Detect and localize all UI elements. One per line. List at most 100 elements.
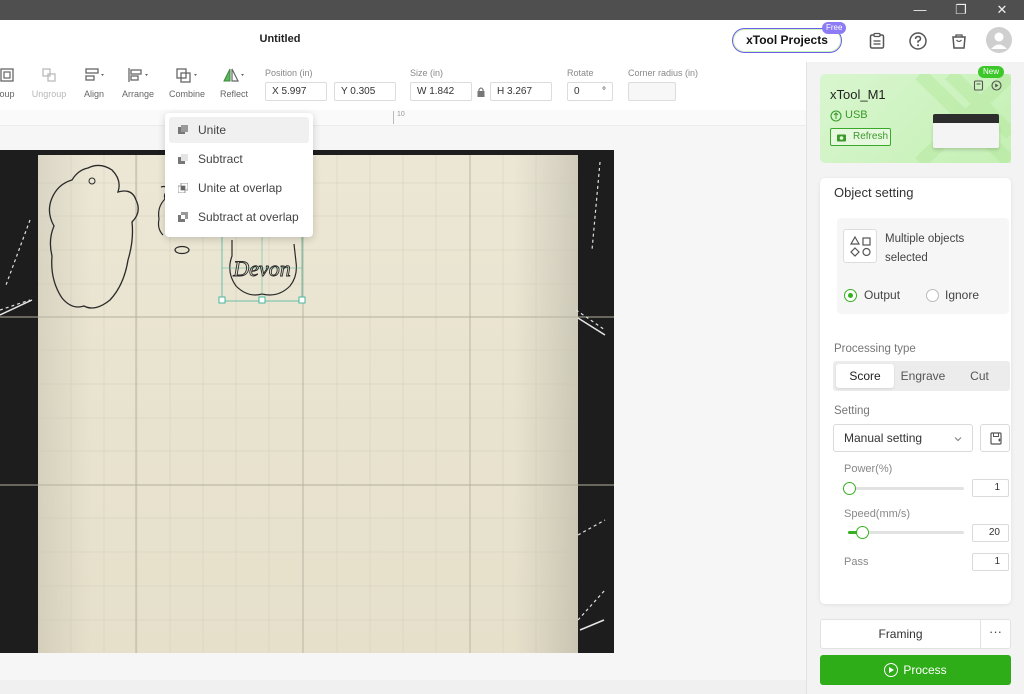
process-button[interactable]: Process	[820, 655, 1011, 685]
user-icon[interactable]	[986, 27, 1012, 53]
reflect-icon	[223, 68, 244, 82]
menu-item-unite[interactable]: Unite	[169, 117, 309, 143]
help-icon[interactable]	[908, 31, 928, 51]
minimize-button[interactable]: —	[905, 0, 935, 20]
framing-button[interactable]: Framing	[820, 619, 981, 649]
speed-slider-thumb[interactable]	[856, 526, 869, 539]
position-y-input[interactable]: Y 0.305	[334, 82, 396, 101]
horizontal-ruler: 10	[0, 110, 806, 126]
processing-type-selector: Score Engrave Cut	[833, 361, 1010, 391]
menu-item-subtract-at-overlap-label: Subtract at overlap	[198, 210, 299, 224]
size-w-input[interactable]: W 1.842	[410, 82, 472, 101]
device-settings-icon[interactable]	[973, 80, 984, 91]
save-icon	[990, 432, 1002, 445]
corner-radius-label: Corner radius (in)	[628, 68, 699, 78]
menu-item-subtract-label: Subtract	[198, 152, 243, 166]
refresh-label: Refresh	[853, 131, 889, 142]
processing-type-cut[interactable]: Cut	[952, 364, 1007, 388]
speed-input[interactable]: 20	[972, 524, 1009, 542]
process-label: Process	[903, 663, 947, 677]
rotate-value: 0	[574, 86, 580, 97]
position-label: Position (in)	[265, 68, 313, 78]
intersect-icon	[178, 183, 188, 193]
window-titlebar: — ❐ ✕	[0, 0, 1024, 20]
align-button[interactable]: Align	[69, 66, 119, 99]
size-label: Size (in)	[410, 68, 444, 78]
rotate-unit: °	[602, 86, 606, 97]
selection-text: Multiple objects selected	[885, 233, 965, 264]
size-h-input[interactable]: H 3.267	[490, 82, 552, 101]
arrange-button[interactable]: Arrange	[113, 66, 163, 99]
pass-label: Pass	[844, 556, 869, 568]
menu-item-unite-label: Unite	[198, 123, 227, 137]
ruler-tick	[393, 111, 394, 124]
pass-input[interactable]: 1	[972, 553, 1009, 571]
rotate-label: Rotate	[567, 68, 594, 78]
shapes-icon	[843, 229, 877, 263]
usb-icon	[830, 110, 842, 122]
ungroup-label: Ungroup	[31, 89, 67, 99]
play-icon	[884, 663, 899, 677]
exclude-icon	[178, 212, 188, 222]
menu-item-subtract-at-overlap[interactable]: Subtract at overlap	[169, 204, 309, 230]
machine-image	[933, 123, 999, 148]
canvas-footer	[0, 680, 806, 694]
combine-label: Combine	[168, 89, 206, 99]
gnome-outline-shape[interactable]	[40, 160, 160, 320]
combine-button[interactable]: Combine	[162, 66, 212, 99]
combine-icon	[176, 68, 197, 83]
maximize-button[interactable]: ❐	[946, 0, 976, 20]
output-radio[interactable]	[844, 289, 857, 302]
lock-icon[interactable]	[476, 86, 486, 98]
menu-item-subtract[interactable]: Subtract	[169, 146, 309, 172]
ungroup-icon	[42, 68, 56, 82]
align-label: Align	[83, 89, 104, 99]
oval-shape[interactable]	[172, 244, 192, 256]
power-slider[interactable]	[843, 482, 964, 495]
refresh-button[interactable]: Refresh	[830, 128, 891, 146]
position-x-input[interactable]: X 5.997	[265, 82, 327, 101]
corner-radius-input[interactable]	[628, 82, 676, 101]
device-name: xTool_M1	[830, 87, 886, 102]
object-setting-title: Object setting	[834, 185, 914, 200]
processing-type-engrave[interactable]: Engrave	[894, 364, 952, 388]
clipboard-icon[interactable]	[867, 31, 887, 51]
ungroup-button[interactable]: Ungroup	[24, 66, 74, 99]
align-icon	[85, 68, 104, 81]
chevron-down-icon	[954, 437, 962, 442]
menu-item-unite-at-overlap[interactable]: Unite at overlap	[169, 175, 309, 201]
new-badge: New	[978, 66, 1005, 78]
power-slider-thumb[interactable]	[843, 482, 856, 495]
power-input[interactable]: 1	[972, 479, 1009, 497]
rotate-input[interactable]: 0 °	[567, 82, 613, 101]
reflect-button[interactable]: Reflect	[209, 66, 259, 99]
group-icon	[0, 68, 14, 82]
save-setting-button[interactable]	[980, 424, 1010, 452]
unite-icon	[178, 125, 188, 134]
close-button[interactable]: ✕	[987, 0, 1017, 20]
document-title: Untitled	[259, 33, 301, 45]
reflect-label: Reflect	[219, 89, 248, 99]
power-label: Power(%)	[844, 463, 893, 475]
setting-label: Setting	[834, 405, 870, 417]
free-badge: Free	[822, 22, 847, 34]
toolbar: oup Ungroup Align Arrange Combine Reflec…	[0, 62, 806, 110]
more-options-button[interactable]: ···	[981, 619, 1011, 649]
setting-dropdown[interactable]: Manual setting	[833, 424, 973, 452]
speed-slider[interactable]	[848, 526, 964, 539]
shop-icon[interactable]	[949, 31, 969, 51]
selected-name-shape[interactable]: Devon	[218, 232, 308, 310]
camera-icon	[837, 134, 846, 142]
connection-type: USB	[845, 109, 868, 121]
ruler-tick-label: 10	[397, 111, 405, 118]
machine-image-lid	[933, 114, 999, 123]
device-play-icon[interactable]	[991, 80, 1002, 91]
subtract-icon	[178, 154, 188, 164]
processing-type-score[interactable]: Score	[836, 364, 894, 388]
combine-menu: Unite Subtract Unite at overlap Subtract…	[165, 113, 313, 237]
arrange-label: Arrange	[121, 89, 155, 99]
output-label: Output	[864, 288, 901, 302]
processing-type-label: Processing type	[834, 343, 916, 355]
ignore-radio[interactable]	[926, 289, 939, 302]
menu-item-unite-at-overlap-label: Unite at overlap	[198, 181, 283, 195]
